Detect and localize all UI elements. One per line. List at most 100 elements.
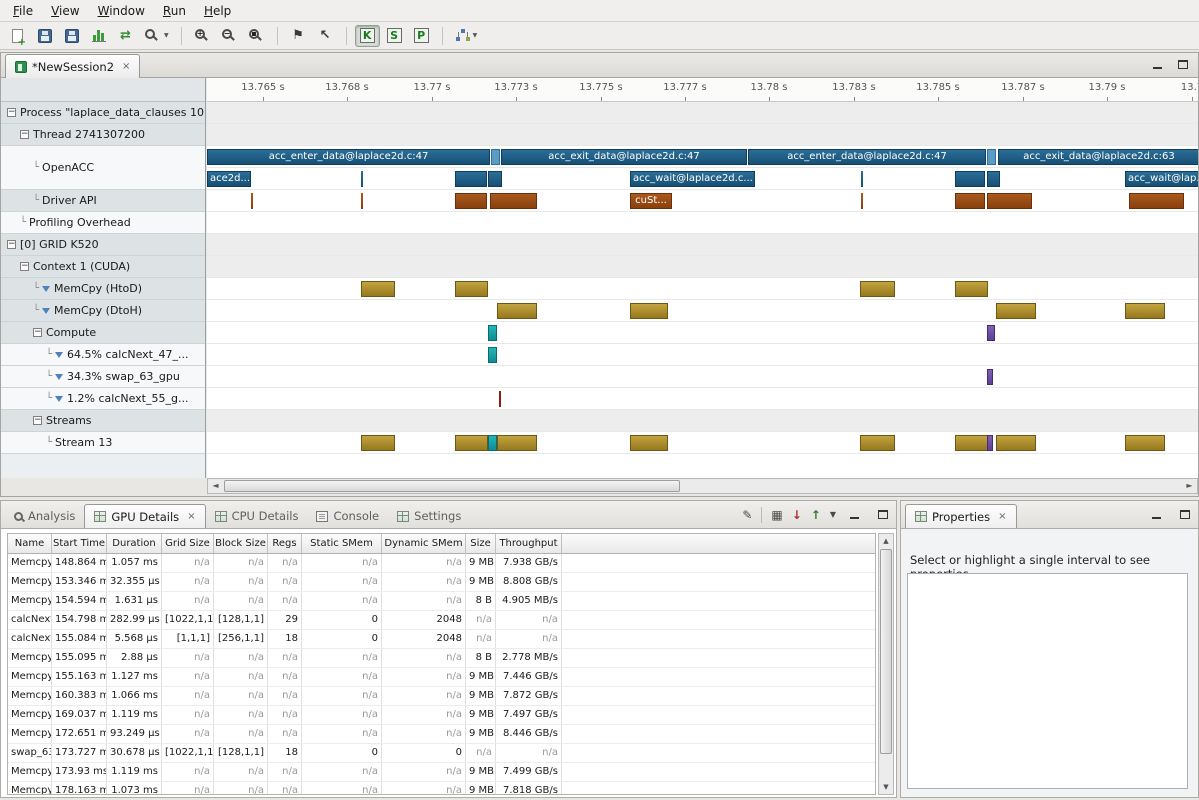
collapse-icon[interactable]: −	[33, 416, 42, 425]
highlight-icon[interactable]: ✎	[742, 508, 752, 522]
column-header-block-size[interactable]: Block Size	[214, 534, 268, 554]
interval-bar[interactable]	[955, 171, 985, 187]
interval-bar[interactable]	[361, 435, 395, 451]
maximize-view-button[interactable]	[1173, 56, 1192, 73]
tree-row-streams[interactable]: −Streams	[1, 410, 206, 432]
tree-row-stream-13[interactable]: └Stream 13	[1, 432, 206, 454]
interval-bar[interactable]	[987, 325, 995, 341]
interval-bar[interactable]	[987, 149, 996, 165]
hscroll-thumb[interactable]	[224, 480, 680, 492]
maximize-panel-button[interactable]	[1175, 506, 1194, 523]
interval-bar[interactable]	[488, 171, 502, 187]
tab-analysis[interactable]: Analysis	[5, 504, 84, 528]
interval-bar[interactable]	[361, 281, 395, 297]
interval-bar[interactable]	[861, 193, 863, 209]
table-row[interactable]: Memcpy173.93 ms1.119 msn/an/an/an/an/a9 …	[8, 763, 875, 782]
table-row[interactable]: calcNext154.798 ms282.99 µs[1022,1,1][12…	[8, 611, 875, 630]
search-button[interactable]: ▼	[140, 25, 173, 47]
export-icon[interactable]: ↑	[811, 508, 821, 522]
interval-bar[interactable]	[955, 435, 988, 451]
column-header-name[interactable]: Name	[8, 534, 52, 554]
tree-row-kernel-calcnext-47[interactable]: └64.5% calcNext_47_...	[1, 344, 206, 366]
interval-bar[interactable]	[630, 303, 668, 319]
show-streams-button[interactable]: S	[382, 25, 407, 47]
interval-bar[interactable]	[251, 193, 253, 209]
column-header-dynamic-smem[interactable]: Dynamic SMem	[382, 534, 466, 554]
zoom-out-button[interactable]: −	[217, 25, 242, 47]
search-dropdown-icon[interactable]: ▼	[164, 32, 169, 39]
column-header-regs[interactable]: Regs	[268, 534, 302, 554]
column-header-static-smem[interactable]: Static SMem	[302, 534, 382, 554]
close-tab-icon[interactable]: ×	[998, 511, 1006, 522]
interval-bar[interactable]	[987, 171, 1000, 187]
timeline-track-kernel-swap-63[interactable]	[207, 366, 1198, 388]
collapse-icon[interactable]: −	[33, 328, 42, 337]
column-header-grid-size[interactable]: Grid Size	[162, 534, 214, 554]
table-row[interactable]: Memcpy160.383 ms1.066 msn/an/an/an/an/a9…	[8, 687, 875, 706]
timeline-track-driver-api[interactable]: cuSt...	[207, 190, 1198, 212]
table-row[interactable]: Memcpy155.163 ms1.127 msn/an/an/an/an/a9…	[8, 668, 875, 687]
export-profile-button[interactable]: ⇄	[113, 25, 138, 47]
column-header-size[interactable]: Size	[466, 534, 496, 554]
minimize-view-button[interactable]	[1148, 56, 1167, 73]
table-vscrollbar[interactable]: ▲ ▼	[878, 533, 894, 795]
interval-bar[interactable]: acc_wait@lap...	[1125, 171, 1198, 187]
interval-bar[interactable]: acc_exit_data@laplace2d.c:63	[998, 149, 1198, 165]
collapse-icon[interactable]: −	[7, 108, 16, 117]
column-header-throughput[interactable]: Throughput	[496, 534, 562, 554]
tab-newsession2[interactable]: *NewSession2 ×	[5, 54, 140, 78]
scroll-right-icon[interactable]: ►	[1182, 479, 1197, 493]
interval-bar[interactable]	[455, 281, 488, 297]
interval-bar[interactable]: acc_wait@laplace2d.c...	[630, 171, 755, 187]
layout-columns-icon[interactable]: ▦	[771, 508, 782, 522]
show-kernels-button[interactable]: K	[355, 25, 380, 47]
interval-bar[interactable]	[860, 281, 895, 297]
timeline-track-grid-k520[interactable]	[207, 234, 1198, 256]
run-analysis-dropdown-icon[interactable]: ▼	[473, 32, 478, 39]
timeline-track-process[interactable]	[207, 102, 1198, 124]
tree-row-driver-api[interactable]: └Driver API	[1, 190, 206, 212]
interval-bar[interactable]: acc_enter_data@laplace2d.c:47	[748, 149, 986, 165]
interval-bar[interactable]	[955, 281, 988, 297]
interval-bar[interactable]: cuSt...	[630, 193, 672, 209]
interval-bar[interactable]	[987, 369, 993, 385]
interval-bar[interactable]	[455, 193, 487, 209]
tree-row-grid-k520[interactable]: −[0] GRID K520	[1, 234, 206, 256]
tab-properties[interactable]: Properties ×	[905, 504, 1017, 528]
table-row[interactable]: Memcpy154.594 ms1.631 µsn/an/an/an/an/a8…	[8, 592, 875, 611]
interval-bar[interactable]: ace2d...	[207, 171, 251, 187]
tree-row-memcpy-htod[interactable]: └MemCpy (HtoD)	[1, 278, 206, 300]
tree-row-profiling-overhead[interactable]: └Profiling Overhead	[1, 212, 206, 234]
show-summary-button[interactable]	[86, 25, 111, 47]
column-header-duration[interactable]: Duration	[107, 534, 162, 554]
collapse-icon[interactable]: −	[7, 240, 16, 249]
pointer-mode-button[interactable]: ↖	[313, 25, 338, 47]
minimize-panel-button[interactable]	[845, 506, 864, 523]
interval-bar[interactable]	[488, 347, 497, 363]
interval-bar[interactable]	[491, 149, 500, 165]
tree-row-openacc[interactable]: └OpenACC	[1, 146, 206, 190]
interval-bar[interactable]	[1129, 193, 1184, 209]
menu-run[interactable]: Run	[154, 2, 195, 20]
interval-bar[interactable]	[996, 435, 1036, 451]
tree-row-memcpy-dtoh[interactable]: └MemCpy (DtoH)	[1, 300, 206, 322]
tab-settings[interactable]: Settings	[388, 504, 470, 528]
interval-bar[interactable]	[1125, 435, 1165, 451]
table-row[interactable]: Memcpy153.346 ms32.355 µsn/an/an/an/an/a…	[8, 573, 875, 592]
import-icon[interactable]: ↓	[792, 508, 802, 522]
timeline-track-streams[interactable]	[207, 410, 1198, 432]
menu-file[interactable]: File	[4, 2, 42, 20]
zoom-in-button[interactable]: +	[190, 25, 215, 47]
interval-bar[interactable]	[497, 435, 537, 451]
collapse-icon[interactable]: −	[20, 130, 29, 139]
tree-row-kernel-calcnext-55[interactable]: └1.2% calcNext_55_g...	[1, 388, 206, 410]
interval-bar[interactable]	[455, 435, 488, 451]
table-row[interactable]: calcNext155.084 ms5.568 µs[1,1,1][256,1,…	[8, 630, 875, 649]
timeline-track-thread[interactable]	[207, 124, 1198, 146]
scroll-left-icon[interactable]: ◄	[208, 479, 223, 493]
table-row[interactable]: Memcpy148.864 ms1.057 msn/an/an/an/an/a9…	[8, 554, 875, 573]
interval-bar[interactable]	[490, 193, 537, 209]
timeline-track-memcpy-htod[interactable]	[207, 278, 1198, 300]
timeline-track-profiling-overhead[interactable]	[207, 212, 1198, 234]
view-menu-icon[interactable]: ▼	[830, 508, 836, 522]
